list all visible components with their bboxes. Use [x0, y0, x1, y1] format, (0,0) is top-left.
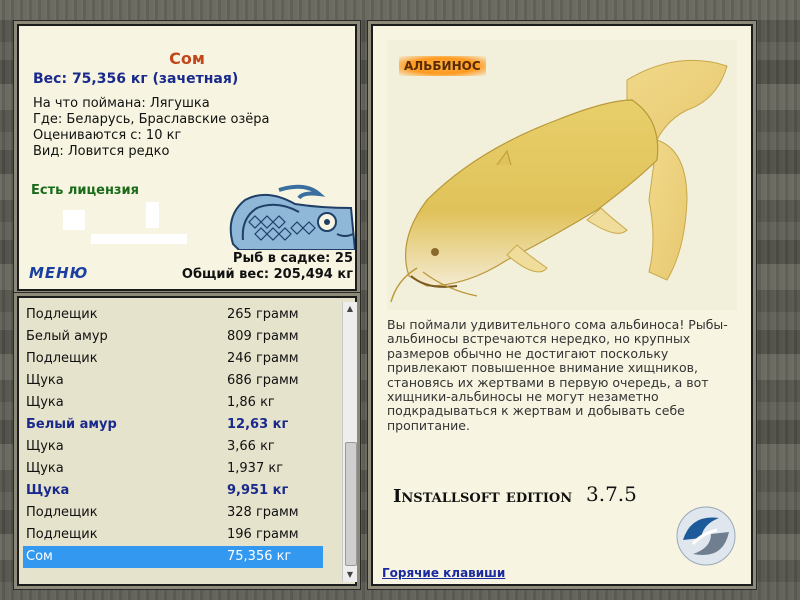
list-item-weight: 1,86 кг [227, 395, 275, 410]
list-item-name: Щука [26, 483, 70, 498]
list-item[interactable]: Подлещик 265 грамм [23, 304, 323, 326]
bait-info: На что поймана: Лягушка [33, 96, 210, 111]
arrow-down-icon[interactable]: ▼ [343, 568, 357, 582]
rating-info: Оцениваются с: 10 кг [33, 128, 182, 143]
list-item[interactable]: Белый амур 12,63 кг [23, 414, 323, 436]
fish-description: Вы поймали удивительного сома альбиноса!… [387, 317, 728, 433]
list-item-name: Щука [26, 395, 64, 410]
list-item[interactable]: Щука 686 грамм [23, 370, 323, 392]
list-item-weight: 1,937 кг [227, 461, 284, 476]
list-item-weight: 328 грамм [227, 505, 299, 520]
detail-panel: АЛЬБИНОС Вы поймали удивительного сома а… [371, 24, 753, 586]
list-item-name: Щука [26, 439, 64, 454]
list-item[interactable]: Белый амур 809 грамм [23, 326, 323, 348]
fish-photo: АЛЬБИНОС [387, 40, 737, 310]
list-item-weight: 3,66 кг [227, 439, 275, 454]
blank-slot [63, 210, 85, 230]
arrow-up-icon[interactable]: ▲ [343, 302, 357, 316]
hotkeys-link[interactable]: Горячие клавиши [382, 566, 505, 580]
list-item[interactable]: Щука 1,937 кг [23, 458, 323, 480]
list-item-name: Белый амур [26, 329, 108, 344]
list-scrollbar[interactable]: ▲ ▼ [342, 302, 357, 582]
list-item-weight: 686 грамм [227, 373, 299, 388]
list-item-name: Щука [26, 461, 64, 476]
albino-catfish-image [390, 59, 728, 303]
blank-slot [146, 202, 159, 228]
license-status: Есть лицензия [31, 183, 139, 198]
blank-slot [91, 234, 187, 244]
list-item[interactable]: Сом 75,356 кг [23, 546, 323, 568]
list-item-name: Подлещик [26, 505, 98, 520]
list-item[interactable]: Щука 9,951 кг [23, 480, 323, 502]
total-weight: Общий вес: 205,494 кг [181, 267, 353, 282]
list-item[interactable]: Щука 1,86 кг [23, 392, 323, 414]
scroll-thumb[interactable] [345, 442, 357, 566]
fish-name: Сом [169, 49, 205, 68]
fish-weight: Вес: 75,356 кг (зачетная) [33, 71, 239, 87]
list-item[interactable]: Подлещик 246 грамм [23, 348, 323, 370]
swirl-logo-icon [673, 504, 739, 568]
list-item-name: Щука [26, 373, 64, 388]
list-item-weight: 75,356 кг [227, 549, 292, 564]
list-item[interactable]: Подлещик 328 грамм [23, 502, 323, 524]
place-info: Где: Беларусь, Браславские озёра [33, 112, 270, 127]
list-item-name: Подлещик [26, 307, 98, 322]
list-item-name: Сом [26, 549, 53, 564]
list-item-name: Подлещик [26, 527, 98, 542]
list-item-weight: 12,63 кг [227, 417, 289, 432]
kind-info: Вид: Ловится редко [33, 144, 170, 159]
list-item-name: Подлещик [26, 351, 98, 366]
edition-label: Installsoft edition [393, 486, 573, 507]
cage-count: Рыб в садке: 25 [232, 251, 353, 266]
list-item-weight: 809 грамм [227, 329, 299, 344]
list-item-weight: 246 грамм [227, 351, 299, 366]
list-item-weight: 265 грамм [227, 307, 299, 322]
albino-badge: АЛЬБИНОС [399, 56, 486, 76]
list-item[interactable]: Щука 3,66 кг [23, 436, 323, 458]
list-item-weight: 9,951 кг [227, 483, 289, 498]
list-item-name: Белый амур [26, 417, 117, 432]
version-label: 3.7.5 [586, 482, 637, 506]
list-item[interactable]: Подлещик 196 грамм [23, 524, 323, 546]
menu-link[interactable]: МЕНЮ [29, 264, 88, 282]
catch-list-panel: Подлещик 265 грамм Белый амур 809 грамм Подл… [17, 296, 357, 586]
mosaic-fish-icon [219, 178, 355, 250]
list-item-weight: 196 грамм [227, 527, 299, 542]
catch-info-panel: Сом Вес: 75,356 кг (зачетная) На что пой… [17, 24, 357, 291]
catch-list: Подлещик 265 грамм Белый амур 809 грамм Подл… [23, 304, 323, 568]
